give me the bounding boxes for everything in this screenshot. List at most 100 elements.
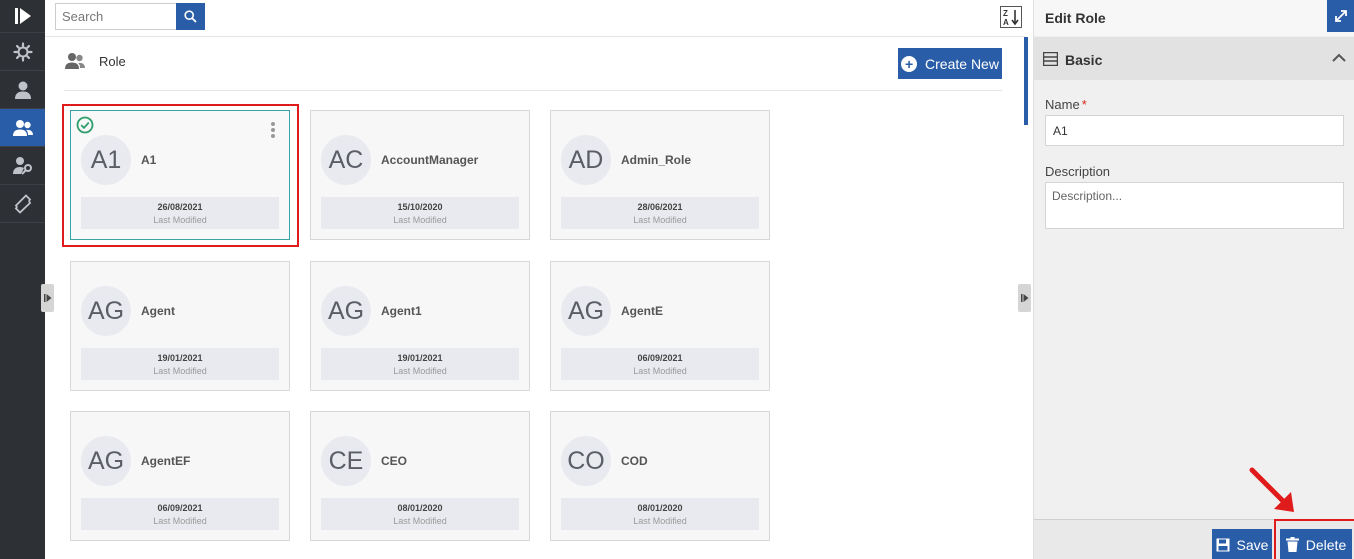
edit-role-panel: Edit Role Basic Name* Description Save D…	[1033, 0, 1354, 559]
collapse-arrow-icon	[43, 294, 51, 302]
last-modified-date: 19/01/2021	[397, 353, 443, 363]
name-field[interactable]	[1045, 115, 1344, 146]
role-name: Agent	[141, 304, 175, 318]
save-icon	[1216, 538, 1230, 551]
search-input[interactable]	[55, 3, 176, 30]
role-card[interactable]: CE CEO 08/01/2020 Last Modified	[310, 411, 530, 541]
name-label-text: Name	[1045, 97, 1080, 112]
search-icon	[184, 10, 197, 23]
avatar: AG	[81, 286, 131, 336]
role-card[interactable]: AG Agent1 19/01/2021 Last Modified	[310, 261, 530, 391]
last-modified-date: 15/10/2020	[397, 202, 443, 212]
panel-header: Edit Role	[1034, 0, 1354, 36]
sidebar-item-roles[interactable]	[0, 109, 45, 147]
save-button[interactable]: Save	[1212, 529, 1272, 559]
selection-highlight	[62, 104, 299, 247]
collapse-panel-handle[interactable]	[1018, 284, 1031, 312]
role-name: Agent1	[381, 304, 422, 318]
last-modified-box: 28/06/2021 Last Modified	[561, 197, 759, 229]
last-modified-box: 08/01/2020 Last Modified	[561, 498, 759, 530]
left-sidebar	[0, 0, 45, 559]
sidebar-item-tickets[interactable]	[0, 185, 45, 223]
last-modified-date: 08/01/2020	[397, 503, 443, 513]
save-label: Save	[1236, 536, 1269, 553]
avatar: AG	[321, 286, 371, 336]
search-button[interactable]	[176, 3, 205, 30]
collapse-arrow-icon	[1020, 294, 1028, 302]
last-modified-label: Last Modified	[393, 516, 447, 526]
red-arrow-annotation	[1249, 467, 1294, 512]
search-bar	[55, 3, 205, 30]
section-title: Basic	[1065, 52, 1103, 68]
svg-text:Z: Z	[1003, 9, 1008, 18]
collapse-sidebar-handle[interactable]	[41, 284, 54, 312]
role-name: AccountManager	[381, 153, 479, 167]
page-title: Role	[99, 53, 126, 69]
last-modified-box: 06/09/2021 Last Modified	[561, 348, 759, 380]
role-card[interactable]: AG AgentE 06/09/2021 Last Modified	[550, 261, 770, 391]
sort-z-a-icon: ZA	[1003, 9, 1019, 26]
role-name: CEO	[381, 454, 408, 468]
chevron-up-icon	[1332, 53, 1346, 62]
avatar: AG	[81, 436, 131, 486]
avatar: AC	[321, 135, 371, 185]
required-marker: *	[1081, 97, 1087, 112]
role-name: COD	[621, 454, 648, 468]
last-modified-box: 19/01/2021 Last Modified	[321, 348, 519, 380]
description-label: Description	[1045, 164, 1111, 179]
top-divider	[45, 36, 1025, 37]
sidebar-item-settings[interactable]	[0, 33, 45, 71]
gear-icon	[12, 41, 33, 62]
svg-text:A: A	[1003, 18, 1009, 26]
last-modified-label: Last Modified	[633, 366, 687, 376]
last-modified-box: 06/09/2021 Last Modified	[81, 498, 279, 530]
avatar: CE	[321, 436, 371, 486]
role-card[interactable]: AG AgentEF 06/09/2021 Last Modified	[70, 411, 290, 541]
last-modified-date: 19/01/2021	[157, 353, 203, 363]
delete-highlight	[1274, 519, 1354, 559]
avatar: AG	[561, 286, 611, 336]
sort-z-a-button[interactable]: ZA	[1000, 6, 1022, 28]
expand-button[interactable]	[1327, 0, 1354, 32]
section-header: Role	[64, 52, 126, 70]
form-icon	[1043, 52, 1058, 66]
user-icon	[14, 81, 31, 99]
content-scrollbar[interactable]	[1024, 37, 1028, 125]
avatar: AD	[561, 135, 611, 185]
last-modified-label: Last Modified	[393, 215, 447, 225]
description-field[interactable]	[1045, 182, 1344, 229]
ticket-icon	[14, 193, 31, 214]
name-label: Name *	[1045, 97, 1087, 112]
last-modified-label: Last Modified	[633, 516, 687, 526]
role-card[interactable]: AD Admin_Role 28/06/2021 Last Modified	[550, 110, 770, 240]
last-modified-box: 19/01/2021 Last Modified	[81, 348, 279, 380]
last-modified-date: 06/09/2021	[637, 353, 683, 363]
expand-icon	[1335, 10, 1347, 22]
last-modified-date: 28/06/2021	[637, 202, 683, 212]
user-group-icon	[65, 53, 85, 69]
last-modified-label: Last Modified	[633, 215, 687, 225]
role-name: AgentE	[621, 304, 663, 318]
last-modified-box: 15/10/2020 Last Modified	[321, 197, 519, 229]
last-modified-label: Last Modified	[153, 366, 207, 376]
last-modified-box: 08/01/2020 Last Modified	[321, 498, 519, 530]
play-logo-icon	[14, 8, 31, 24]
header-divider	[64, 90, 1002, 91]
sidebar-item-permissions[interactable]	[0, 147, 45, 185]
role-card[interactable]: CO COD 08/01/2020 Last Modified	[550, 411, 770, 541]
app-logo[interactable]	[0, 0, 45, 33]
role-name: AgentEF	[141, 454, 191, 468]
user-key-icon	[12, 156, 32, 175]
role-name: Admin_Role	[621, 153, 692, 167]
create-new-button[interactable]: + Create New	[898, 48, 1002, 79]
user-group-icon	[12, 119, 33, 136]
avatar: CO	[561, 436, 611, 486]
section-basic-toggle[interactable]: Basic	[1034, 37, 1354, 80]
sidebar-item-users[interactable]	[0, 71, 45, 109]
role-card[interactable]: AG Agent 19/01/2021 Last Modified	[70, 261, 290, 391]
plus-circle-icon: +	[901, 55, 918, 72]
role-card[interactable]: AC AccountManager 15/10/2020 Last Modifi…	[310, 110, 530, 240]
last-modified-label: Last Modified	[393, 366, 447, 376]
last-modified-label: Last Modified	[153, 516, 207, 526]
create-new-label: Create New	[925, 55, 999, 72]
